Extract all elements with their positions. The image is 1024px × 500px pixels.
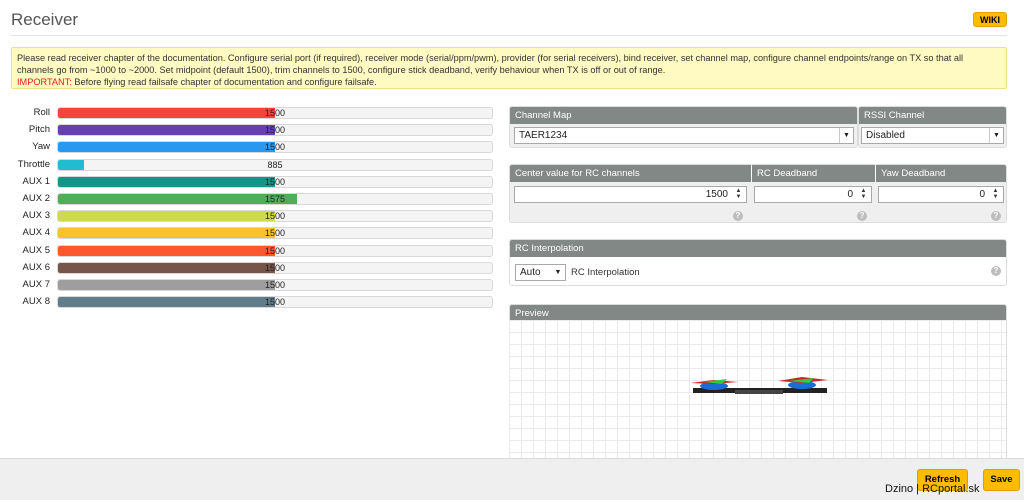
- channel-meter: 1500: [57, 245, 493, 257]
- channel-row: AUX 6 1500: [0, 261, 495, 275]
- channel-meter: 1575: [57, 193, 493, 205]
- interpolation-header: RC Interpolation: [510, 240, 1006, 257]
- deadband-panel: Center value for RC channels RC Deadband…: [509, 164, 1007, 223]
- rssi-panel: RSSI Channel Disabled ▼: [858, 106, 1007, 148]
- channel-label: AUX 2: [22, 193, 50, 204]
- channel-label: AUX 7: [22, 279, 50, 290]
- channel-label: AUX 3: [22, 210, 50, 221]
- channel-row: Roll 1500: [0, 106, 495, 120]
- channel-map-panel: Channel Map TAER1234 ▼: [509, 106, 858, 148]
- center-header: Center value for RC channels: [510, 165, 751, 182]
- channel-label: Roll: [33, 107, 50, 118]
- interpolation-label: RC Interpolation: [571, 267, 640, 278]
- channel-meter: 1500: [57, 296, 493, 308]
- stepper-icon[interactable]: ▲ ▼: [734, 188, 743, 201]
- channel-row: AUX 3 1500: [0, 209, 495, 223]
- note-important-label: IMPORTANT:: [17, 77, 72, 87]
- channel-label: AUX 8: [22, 296, 50, 307]
- rssi-value: Disabled: [866, 130, 905, 141]
- stepper-icon[interactable]: ▲ ▼: [991, 188, 1000, 201]
- channel-map-value: TAER1234: [519, 130, 568, 141]
- quad-body: [735, 390, 783, 394]
- channel-row: Yaw 1500: [0, 140, 495, 154]
- channel-value: 1500: [264, 108, 286, 118]
- stepper-icon[interactable]: ▲ ▼: [859, 188, 868, 201]
- channel-label: AUX 1: [22, 176, 50, 187]
- yaw-deadband-input[interactable]: 0 ▲ ▼: [878, 186, 1004, 203]
- channel-row: Pitch 1500: [0, 123, 495, 137]
- rssi-select[interactable]: Disabled ▼: [861, 127, 1004, 144]
- channel-meter: 1500: [57, 141, 493, 153]
- save-button[interactable]: Save: [983, 469, 1020, 491]
- channel-label: AUX 5: [22, 245, 50, 256]
- channel-label: Yaw: [32, 141, 50, 152]
- yaw-deadband-header: Yaw Deadband: [875, 165, 1006, 182]
- note-important-text: Before flying read failsafe chapter of d…: [71, 77, 377, 87]
- channel-row: AUX 5 1500: [0, 244, 495, 258]
- channel-value: 1500: [264, 142, 286, 152]
- channel-row: AUX 1 1500: [0, 175, 495, 189]
- footer-bar: Refresh Save: [0, 458, 1024, 500]
- interpolation-panel: RC Interpolation Auto ▼ RC Interpolation…: [509, 239, 1007, 286]
- channel-value: 1500: [264, 211, 286, 221]
- rc-deadband-value: 0: [847, 189, 853, 200]
- channel-meter: 1500: [57, 279, 493, 291]
- quad-model: [690, 377, 828, 394]
- rc-deadband-header: RC Deadband: [751, 165, 875, 182]
- channel-value: 1500: [264, 297, 286, 307]
- channel-label: AUX 6: [22, 262, 50, 273]
- channel-meter: 1500: [57, 176, 493, 188]
- channel-row: Throttle 885: [0, 158, 495, 172]
- channel-label: Pitch: [28, 124, 50, 135]
- channel-meter: 1500: [57, 124, 493, 136]
- chevron-down-icon: ▼: [989, 128, 1003, 143]
- channel-map-select[interactable]: TAER1234 ▼: [514, 127, 854, 144]
- yaw-deadband-value: 0: [979, 189, 985, 200]
- channel-row: AUX 4 1500: [0, 226, 495, 240]
- center-value: 1500: [705, 189, 728, 200]
- channel-label: AUX 4: [22, 227, 50, 238]
- interpolation-value: Auto: [520, 267, 541, 278]
- page-header: Receiver WIKI: [0, 0, 1024, 40]
- interpolation-select[interactable]: Auto ▼: [515, 264, 566, 281]
- preview-canvas: [509, 320, 1006, 460]
- chevron-down-icon: ▼: [839, 128, 853, 143]
- channel-meter: 1500: [57, 227, 493, 239]
- rssi-header: RSSI Channel: [859, 107, 1006, 124]
- help-icon[interactable]: ?: [991, 266, 1001, 276]
- channel-value: 885: [267, 160, 283, 170]
- channel-value: 1500: [264, 177, 286, 187]
- center-input[interactable]: 1500 ▲ ▼: [514, 186, 747, 203]
- channel-row: AUX 2 1575: [0, 192, 495, 206]
- wiki-button[interactable]: WIKI: [973, 12, 1007, 27]
- channel-value: 1500: [264, 228, 286, 238]
- page-title: Receiver: [11, 10, 79, 29]
- channel-label: Throttle: [17, 159, 50, 170]
- channel-row: AUX 8 1500: [0, 295, 495, 309]
- channel-meter: 1500: [57, 210, 493, 222]
- help-icon[interactable]: ?: [991, 211, 1001, 221]
- title-divider: [11, 35, 1007, 36]
- channel-value: 1575: [264, 194, 286, 204]
- channel-value: 1500: [264, 263, 286, 273]
- channel-value: 1500: [264, 125, 286, 135]
- channel-meter: 885: [57, 159, 493, 171]
- channel-map-header: Channel Map: [510, 107, 857, 124]
- channel-value: 1500: [264, 280, 286, 290]
- help-icon[interactable]: ?: [733, 211, 743, 221]
- rc-deadband-input[interactable]: 0 ▲ ▼: [754, 186, 872, 203]
- note-text: Please read receiver chapter of the docu…: [17, 53, 964, 75]
- instructions-note: Please read receiver chapter of the docu…: [11, 47, 1007, 89]
- channel-row: AUX 7 1500: [0, 278, 495, 292]
- watermark: Dzino | RCportal.sk: [885, 483, 980, 495]
- chevron-down-icon: ▼: [554, 269, 562, 276]
- channel-value: 1500: [264, 246, 286, 256]
- channel-meter: 1500: [57, 262, 493, 274]
- channel-meter: 1500: [57, 107, 493, 119]
- help-icon[interactable]: ?: [857, 211, 867, 221]
